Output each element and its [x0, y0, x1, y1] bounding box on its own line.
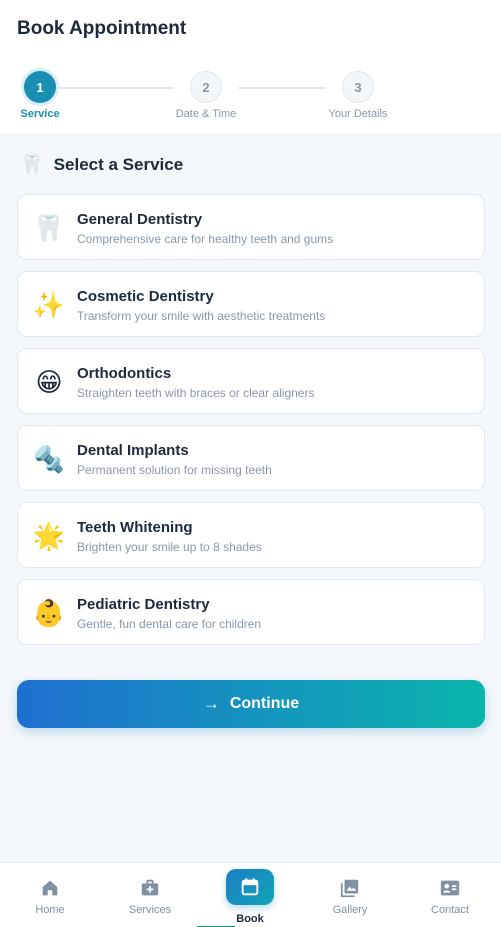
step-1-label: Service [20, 108, 60, 120]
nav-item-gallery[interactable]: Gallery [300, 863, 400, 927]
calendar-icon [241, 878, 259, 896]
nav-active-bubble [226, 869, 274, 905]
service-description: Straighten teeth with braces or clear al… [77, 386, 315, 400]
medical-bag-icon [141, 879, 159, 896]
step-3-circle[interactable]: 3 [342, 71, 374, 103]
booking-stepper: 1 Service 2 Date & Time 3 Your Details [0, 70, 501, 126]
home-icon [42, 880, 58, 896]
service-card-orthodontics[interactable]: 😁 Orthodontics Straighten teeth with bra… [17, 348, 485, 414]
nav-item-contact[interactable]: Contact [400, 863, 500, 927]
service-title: Cosmetic Dentistry [77, 288, 214, 305]
gallery-icon [340, 879, 359, 898]
continue-label: Continue [229, 695, 300, 712]
step-2-label: Date & Time [175, 108, 237, 120]
page-title: Book Appointment [17, 18, 187, 39]
service-title: General Dentistry [77, 211, 203, 228]
nav-label: Book [236, 913, 264, 925]
service-description: Brighten your smile up to 8 shades [77, 540, 262, 554]
service-description: Transform your smile with aesthetic trea… [77, 309, 326, 323]
tooth-icon: 🦷 [32, 213, 66, 243]
arrow-right-icon: → [202, 694, 220, 713]
nav-label: Gallery [332, 904, 368, 916]
continue-button[interactable]: → Continue [17, 680, 485, 728]
service-title: Orthodontics [77, 365, 172, 382]
app-header: Book Appointment 1 Service 2 Date & Time… [0, 0, 501, 135]
nav-item-services[interactable]: Services [100, 863, 200, 927]
service-description: Comprehensive care for healthy teeth and… [77, 232, 334, 246]
nav-item-home[interactable]: Home [0, 863, 100, 927]
service-description: Permanent solution for missing teeth [77, 463, 272, 477]
step-connector [238, 87, 326, 89]
nav-item-book[interactable]: Book [200, 863, 300, 927]
main-content: 🦷 Select a Service 🦷 General Dentistry C… [0, 135, 501, 862]
tooth-icon: 🦷 [20, 155, 44, 176]
service-title: Teeth Whitening [77, 519, 193, 536]
service-title: Dental Implants [77, 442, 189, 459]
sparkles-icon: ✨ [32, 290, 66, 320]
service-title: Pediatric Dentistry [77, 596, 210, 613]
nav-label: Home [35, 904, 65, 916]
service-card-general-dentistry[interactable]: 🦷 General Dentistry Comprehensive care f… [17, 194, 485, 260]
service-card-cosmetic-dentistry[interactable]: ✨ Cosmetic Dentistry Transform your smil… [17, 271, 485, 337]
bolt-icon: 🔩 [32, 444, 66, 474]
step-2-circle[interactable]: 2 [190, 71, 222, 103]
nav-label: Services [128, 904, 172, 916]
bottom-nav: Home Services Book Gallery Contact [0, 862, 501, 927]
section-header: 🦷 Select a Service [20, 153, 183, 177]
star-icon: 🌟 [32, 521, 66, 551]
service-card-teeth-whitening[interactable]: 🌟 Teeth Whitening Brighten your smile up… [17, 502, 485, 568]
contact-card-icon [440, 880, 460, 896]
step-1-circle[interactable]: 1 [24, 71, 56, 103]
service-description: Gentle, fun dental care for children [77, 617, 262, 631]
baby-icon: 👶 [32, 598, 66, 628]
section-title: Select a Service [53, 155, 184, 174]
service-card-dental-implants[interactable]: 🔩 Dental Implants Permanent solution for… [17, 425, 485, 491]
nav-label: Contact [431, 904, 469, 916]
grin-icon: 😁 [35, 367, 63, 397]
step-connector [56, 87, 174, 89]
step-3-label: Your Details [328, 108, 388, 120]
service-card-pediatric-dentistry[interactable]: 👶 Pediatric Dentistry Gentle, fun dental… [17, 579, 485, 645]
